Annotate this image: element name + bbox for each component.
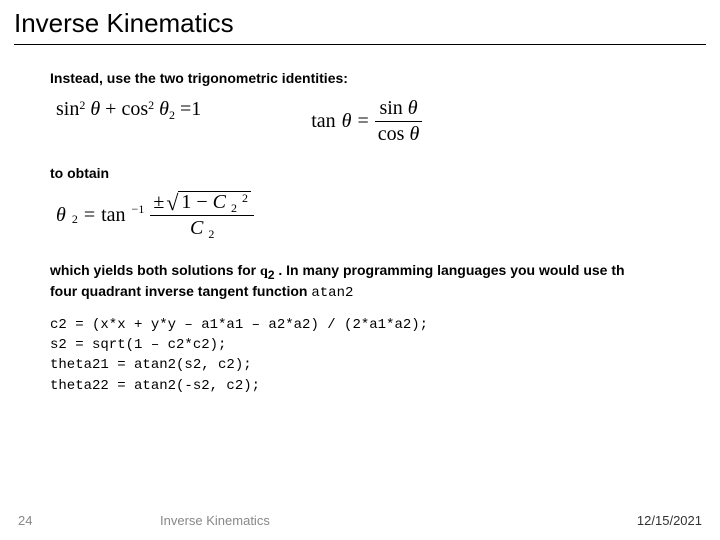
rad-C-sq: 2 [242,191,248,205]
sqrt: √ 1 − C 2 2 [166,191,251,213]
res-theta: θ [56,204,66,227]
title-underline [14,44,706,45]
footer-title: Inverse Kinematics [160,513,270,528]
res-inv: −1 [132,202,145,217]
p-t3: four quadrant inverse tangent function [50,283,311,299]
intro-text: Instead, use the two trigonometric ident… [50,70,710,86]
tan: tan [311,110,335,133]
result-equation: θ 2 = tan −1 ± √ 1 − C 2 2 [56,191,710,239]
sq1: 2 [79,98,85,113]
res-tan: tan [101,204,125,227]
pm-sign: ± [153,192,164,213]
res-fraction: ± √ 1 − C 2 2 C 2 [150,191,254,239]
rad-C-sub: 2 [231,201,237,215]
page-number: 24 [18,513,32,528]
theta1: θ [90,98,100,121]
one: 1 [191,98,201,121]
p-sub: 2 [268,268,275,282]
rad-minus: − [196,191,207,213]
p-t2: . In many programming languages you woul… [275,262,625,278]
code-l1: c2 = (x*x + y*y – a1*a1 – a2*a2) / (2*a1… [50,317,428,333]
theta2-sub: 2 [169,108,175,123]
p-t1: which yields both solutions for [50,262,260,278]
footer-date: 12/15/2021 [637,513,702,528]
num-sin: sin [379,97,402,119]
den-C-sub: 2 [208,227,214,241]
res-theta-sub: 2 [72,212,78,227]
rad-one: 1 [181,191,191,213]
code-l3: theta21 = atan2(s2, c2); [50,357,252,373]
identity-equations: sin 2 θ + cos 2 θ 2 = 1 tan θ = [56,98,710,145]
explanation-paragraph: which yields both solutions for q2 . In … [50,261,710,303]
sin: sin [56,98,79,121]
eq-sign2: = [358,110,369,133]
den-cos: cos [378,123,405,145]
res-eq: = [84,204,95,227]
identity-2: tan θ = sin θ cos θ [311,98,422,145]
fraction-sin-cos: sin θ cos θ [375,98,423,145]
theta-tan: θ [342,110,352,133]
slide-body: Instead, use the two trigonometric ident… [50,70,710,396]
den-theta: θ [409,123,419,145]
slide: Inverse Kinematics Instead, use the two … [0,0,720,540]
rad-C: C [213,191,226,213]
theta2: θ [159,98,169,121]
plus: + [105,98,116,121]
code-l2: s2 = sqrt(1 – c2*c2); [50,337,226,353]
eq-sign: = [180,98,191,121]
to-obtain-text: to obtain [50,165,710,181]
code-block: c2 = (x*x + y*y – a1*a1 – a2*a2) / (2*a1… [50,315,710,396]
code-l4: theta22 = atan2(-s2, c2); [50,378,260,394]
p-sym: q [260,264,268,279]
cos: cos [121,98,148,121]
identity-1: sin 2 θ + cos 2 θ 2 = 1 [56,98,201,145]
sq2: 2 [148,98,154,113]
slide-title: Inverse Kinematics [14,8,234,39]
p-fn: atan2 [311,285,353,301]
num-theta: θ [408,97,418,119]
den-C: C [190,217,203,239]
